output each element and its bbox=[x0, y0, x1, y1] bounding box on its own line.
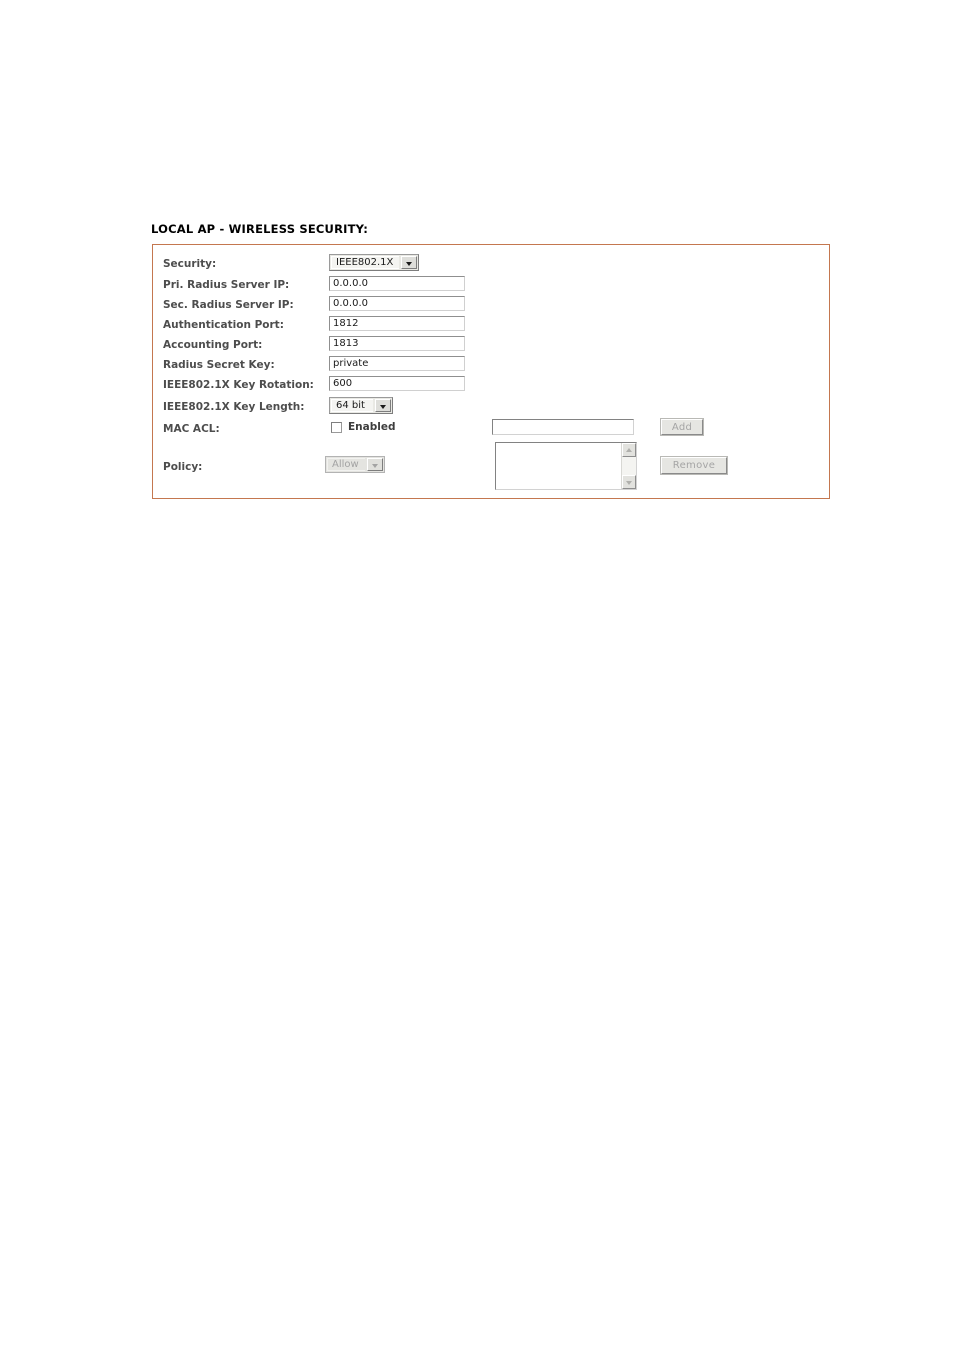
mac-acl-label: MAC ACL: bbox=[163, 423, 220, 435]
chevron-down-icon[interactable] bbox=[401, 256, 417, 269]
mac-acl-checkbox-label: Enabled bbox=[348, 421, 396, 433]
key-rotation-label: IEEE802.1X Key Rotation: bbox=[163, 379, 314, 391]
policy-select[interactable]: Allow bbox=[325, 456, 385, 473]
acct-port-label: Accounting Port: bbox=[163, 339, 263, 351]
form-row-sec-radius-ip: Sec. Radius Server IP: bbox=[153, 296, 829, 318]
mac-acl-enabled-toggle[interactable]: Enabled bbox=[331, 421, 396, 434]
acct-port-input[interactable] bbox=[329, 336, 465, 351]
mac-address-input[interactable] bbox=[492, 419, 634, 435]
form-row-pri-radius-ip: Pri. Radius Server IP: bbox=[153, 276, 829, 298]
remove-button[interactable]: Remove bbox=[660, 456, 728, 475]
form-row-secret-key: Radius Secret Key: bbox=[153, 356, 829, 378]
key-rotation-input[interactable] bbox=[329, 376, 465, 391]
form-row-security: Security: IEEE802.1X bbox=[153, 254, 829, 277]
secret-key-input[interactable] bbox=[329, 356, 465, 371]
scroll-up-icon[interactable] bbox=[622, 443, 636, 457]
auth-port-label: Authentication Port: bbox=[163, 319, 284, 331]
form-row-auth-port: Authentication Port: bbox=[153, 316, 829, 338]
security-select[interactable]: IEEE802.1X bbox=[329, 254, 419, 271]
security-label: Security: bbox=[163, 258, 217, 270]
scrollbar-track[interactable] bbox=[622, 457, 636, 475]
scroll-down-icon[interactable] bbox=[622, 475, 636, 489]
mac-address-list-scrollbar[interactable] bbox=[621, 443, 636, 489]
mac-acl-checkbox[interactable] bbox=[331, 422, 342, 433]
key-length-label: IEEE802.1X Key Length: bbox=[163, 401, 305, 413]
mac-address-list[interactable] bbox=[495, 442, 637, 490]
sec-radius-ip-input[interactable] bbox=[329, 296, 465, 311]
sec-radius-ip-label: Sec. Radius Server IP: bbox=[163, 299, 294, 311]
chevron-down-icon[interactable] bbox=[375, 399, 391, 412]
add-button[interactable]: Add bbox=[660, 418, 704, 436]
auth-port-input[interactable] bbox=[329, 316, 465, 331]
form-row-mac-acl: MAC ACL: Enabled bbox=[153, 419, 829, 442]
chevron-down-icon[interactable] bbox=[367, 458, 383, 471]
mac-address-list-items[interactable] bbox=[496, 443, 621, 489]
form-row-policy: Policy: Allow bbox=[153, 456, 829, 480]
pri-radius-ip-label: Pri. Radius Server IP: bbox=[163, 279, 290, 291]
security-select-value: IEEE802.1X bbox=[331, 256, 399, 269]
key-length-select[interactable]: 64 bit bbox=[329, 397, 393, 414]
policy-label: Policy: bbox=[163, 461, 203, 473]
pri-radius-ip-input[interactable] bbox=[329, 276, 465, 291]
wireless-security-panel: Security: IEEE802.1X Pri. Radius Server … bbox=[152, 244, 830, 499]
form-row-acct-port: Accounting Port: bbox=[153, 336, 829, 358]
secret-key-label: Radius Secret Key: bbox=[163, 359, 275, 371]
page-title: LOCAL AP - WIRELESS SECURITY: bbox=[151, 222, 369, 236]
key-length-select-value: 64 bit bbox=[331, 399, 373, 412]
policy-select-value: Allow bbox=[327, 458, 365, 471]
form-row-key-rotation: IEEE802.1X Key Rotation: bbox=[153, 376, 829, 398]
form-row-key-length: IEEE802.1X Key Length: 64 bit bbox=[153, 397, 829, 420]
